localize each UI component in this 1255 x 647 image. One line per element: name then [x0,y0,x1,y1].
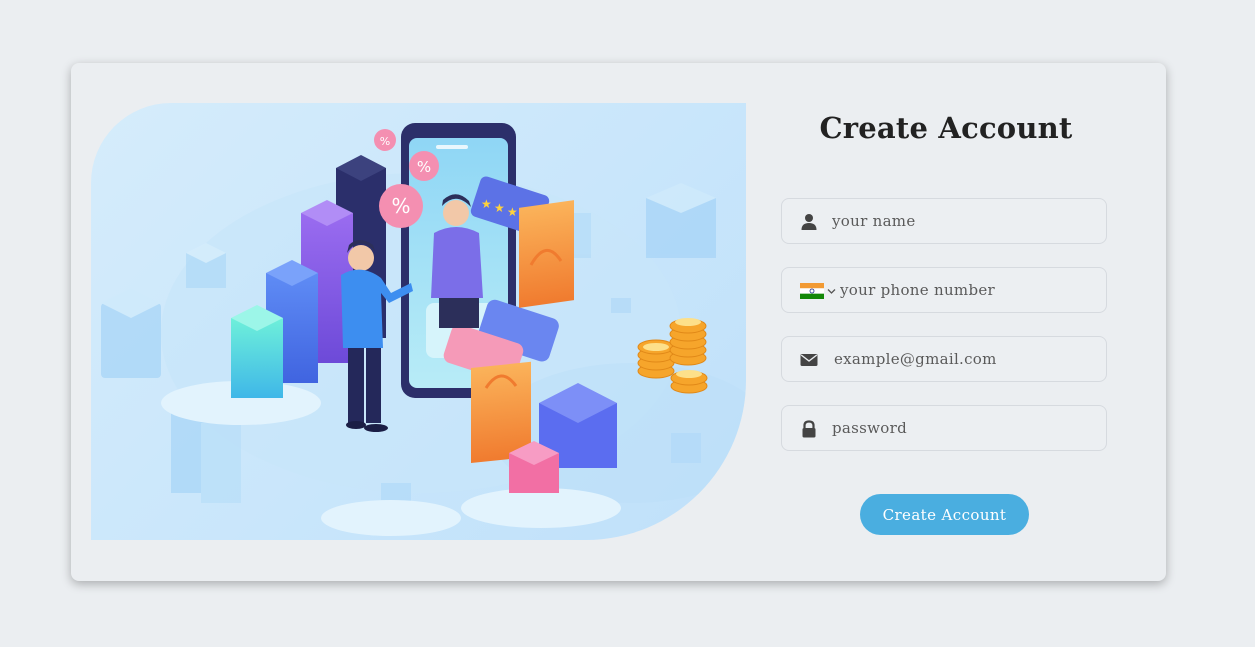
page-title: Create Account [819,111,1073,145]
svg-text:%: % [391,194,410,218]
name-input[interactable] [832,199,1092,243]
shopping-illustration: % % % ★★★★★ [91,103,746,540]
signup-form: Create Account your name your phone numb… [781,63,1151,581]
signup-card: % % % ★★★★★ [71,63,1166,581]
chevron-down-icon[interactable] [827,288,836,295]
phone-input[interactable] [840,268,1100,312]
envelope-icon [800,354,818,366]
svg-text:★: ★ [481,197,492,211]
svg-text:★: ★ [507,205,518,219]
password-input[interactable] [832,406,1092,450]
svg-text:★: ★ [494,201,505,215]
flag-india-icon[interactable] [800,283,824,299]
svg-text:%: % [417,158,431,176]
user-icon [801,214,817,230]
name-field-container[interactable] [781,198,1107,244]
email-input[interactable] [834,337,1094,381]
email-field-container[interactable] [781,336,1107,382]
phone-field-container[interactable] [781,267,1107,313]
svg-text:%: % [380,135,390,148]
password-field-container[interactable] [781,405,1107,451]
create-account-button[interactable]: Create Account [860,494,1029,535]
lock-icon [802,420,816,438]
